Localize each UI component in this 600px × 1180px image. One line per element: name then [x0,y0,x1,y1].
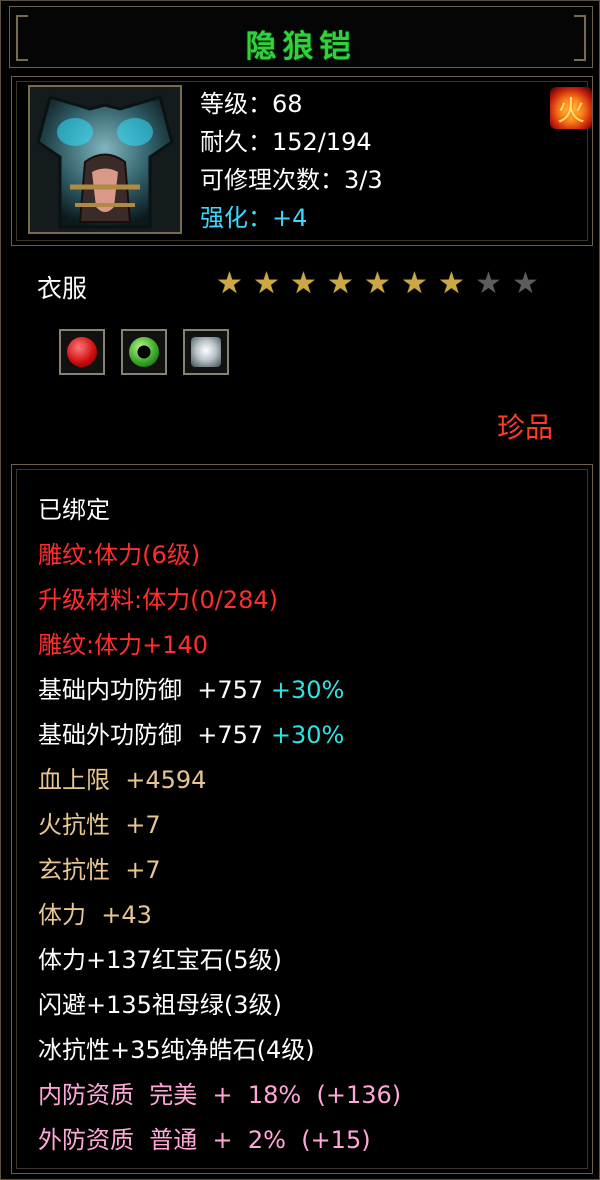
gem-sockets [59,329,229,375]
ruby-bonus: 体力+137红宝石(5级) [38,946,282,974]
star-icon: ★ [401,266,428,301]
bound-status: 已绑定 [38,496,110,524]
item-tooltip: 隐狼铠 等级：68 耐久：152/194 可修理次数：3/3 强化：+4 火 衣… [0,0,600,1180]
ruby-gem-icon[interactable] [59,329,105,375]
external-defense-value: 基础外功防御 +757 [38,721,264,749]
external-defense-bonus: +30% [270,721,345,749]
star-rating: ★ ★ ★ ★ ★ ★ ★ ★ ★ [211,269,544,299]
stamina: 体力 +43 [38,901,152,929]
star-icon: ★ [216,266,243,301]
star-empty-icon: ★ [512,266,539,301]
item-info-panel: 等级：68 耐久：152/194 可修理次数：3/3 强化：+4 火 [11,76,593,246]
star-icon: ★ [364,266,391,301]
emerald-gem-icon[interactable] [121,329,167,375]
fire-resist: 火抗性 +7 [38,811,161,839]
properties-panel: 已绑定 雕纹:体力(6级) 升级材料:体力(0/284) 雕纹:体力+140 基… [11,464,593,1174]
repair-count-stat: 可修理次数：3/3 [200,166,383,194]
enhance-stat: 强化：+4 [200,204,308,232]
level-stat: 等级：68 [200,90,303,118]
internal-defense-value: 基础内功防御 +757 [38,676,264,704]
armor-icon [28,85,182,234]
diamond-gem-icon[interactable] [183,329,229,375]
diamond-bonus: 冰抗性+35纯净皓石(4级) [38,1036,315,1064]
external-defense: 基础外功防御 +757 +30% [38,720,344,750]
engraving-bonus: 雕纹:体力+140 [38,631,209,659]
fire-icon: 火 [550,87,592,129]
emerald-bonus: 闪避+135祖母绿(3级) [38,991,282,1019]
item-category: 衣服 [37,274,88,303]
title-bar: 隐狼铠 [9,6,593,68]
internal-defense-bonus: +30% [270,676,345,704]
item-name: 隐狼铠 [245,29,357,65]
star-icon: ★ [438,266,465,301]
quality-label: 珍品 [496,411,553,444]
hp-limit: 血上限 +4594 [38,766,207,794]
upgrade-material: 升级材料:体力(0/284) [38,586,278,614]
star-empty-icon: ★ [475,266,502,301]
internal-quality: 内防资质 完美 + 18% (+136) [38,1081,402,1109]
mystic-resist: 玄抗性 +7 [38,856,161,884]
internal-defense: 基础内功防御 +757 +30% [38,675,344,705]
external-quality: 外防资质 普通 + 2% (+15) [38,1126,371,1154]
durability-stat: 耐久：152/194 [200,128,372,156]
star-icon: ★ [290,266,317,301]
engraving-level: 雕纹:体力(6级) [38,541,201,569]
star-icon: ★ [327,266,354,301]
star-icon: ★ [253,266,280,301]
